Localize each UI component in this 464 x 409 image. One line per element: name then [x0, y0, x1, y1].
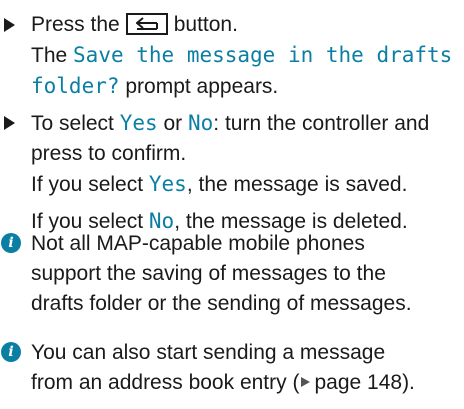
step-result: The Save the message in the drafts folde…: [31, 40, 460, 102]
info-icon: i: [1, 233, 21, 253]
step-text-part: or: [157, 112, 188, 135]
note-line: Not all MAP-capable mobile phones: [31, 232, 365, 255]
option-yes-highlight: Yes: [148, 172, 187, 196]
note-text: Not all MAP-capable mobile phones suppor…: [31, 229, 460, 319]
option-yes-highlight: Yes: [119, 111, 158, 135]
prompt-text-highlight: Save the message in the drafts: [73, 43, 453, 67]
note-line: You can also start sending a message: [31, 341, 386, 364]
note-line: from an address book entry (: [31, 371, 300, 394]
result-text: If you select: [31, 173, 149, 196]
result-text: The: [31, 44, 74, 67]
info-icon: i: [1, 342, 21, 362]
note-line: support the saving of messages to the: [31, 262, 386, 285]
result-text: , the message is saved.: [186, 173, 408, 196]
result-text: prompt appears.: [119, 75, 279, 98]
prompt-text-highlight: folder?: [31, 74, 120, 98]
instruction-step-select: To select Yes or No: turn the controller…: [0, 108, 460, 237]
page-reference-link[interactable]: page 148: [314, 371, 402, 394]
note-line: drafts folder or the sending of messages…: [31, 292, 412, 315]
step-text-part: Press the: [31, 13, 120, 36]
note-text: You can also start sending a message fro…: [31, 338, 460, 398]
info-note-address-book: i You can also start sending a message f…: [0, 338, 460, 398]
instruction-step-press-back: Press the button. The Save the message in…: [0, 10, 460, 102]
info-note-map-phones: i Not all MAP-capable mobile phones supp…: [0, 229, 460, 319]
step-arrow-icon: [4, 116, 15, 130]
step-arrow-icon: [4, 18, 15, 32]
step-text-part: button.: [173, 13, 238, 36]
option-no-highlight: No: [188, 111, 214, 135]
note-line: ).: [402, 371, 415, 394]
step-result: If you select Yes, the message is saved.…: [31, 169, 460, 237]
step-text: Press the button.: [31, 10, 460, 40]
step-text: To select Yes or No: turn the controller…: [31, 108, 460, 169]
back-button-icon: [125, 13, 168, 35]
document-page: Press the button. The Save the message in…: [0, 0, 464, 409]
step-text-part: To select: [31, 112, 120, 135]
page-reference-arrow-icon: [301, 377, 311, 387]
step-text-part: press to confirm.: [31, 142, 187, 165]
step-text-part: : turn the controller and: [213, 112, 430, 135]
